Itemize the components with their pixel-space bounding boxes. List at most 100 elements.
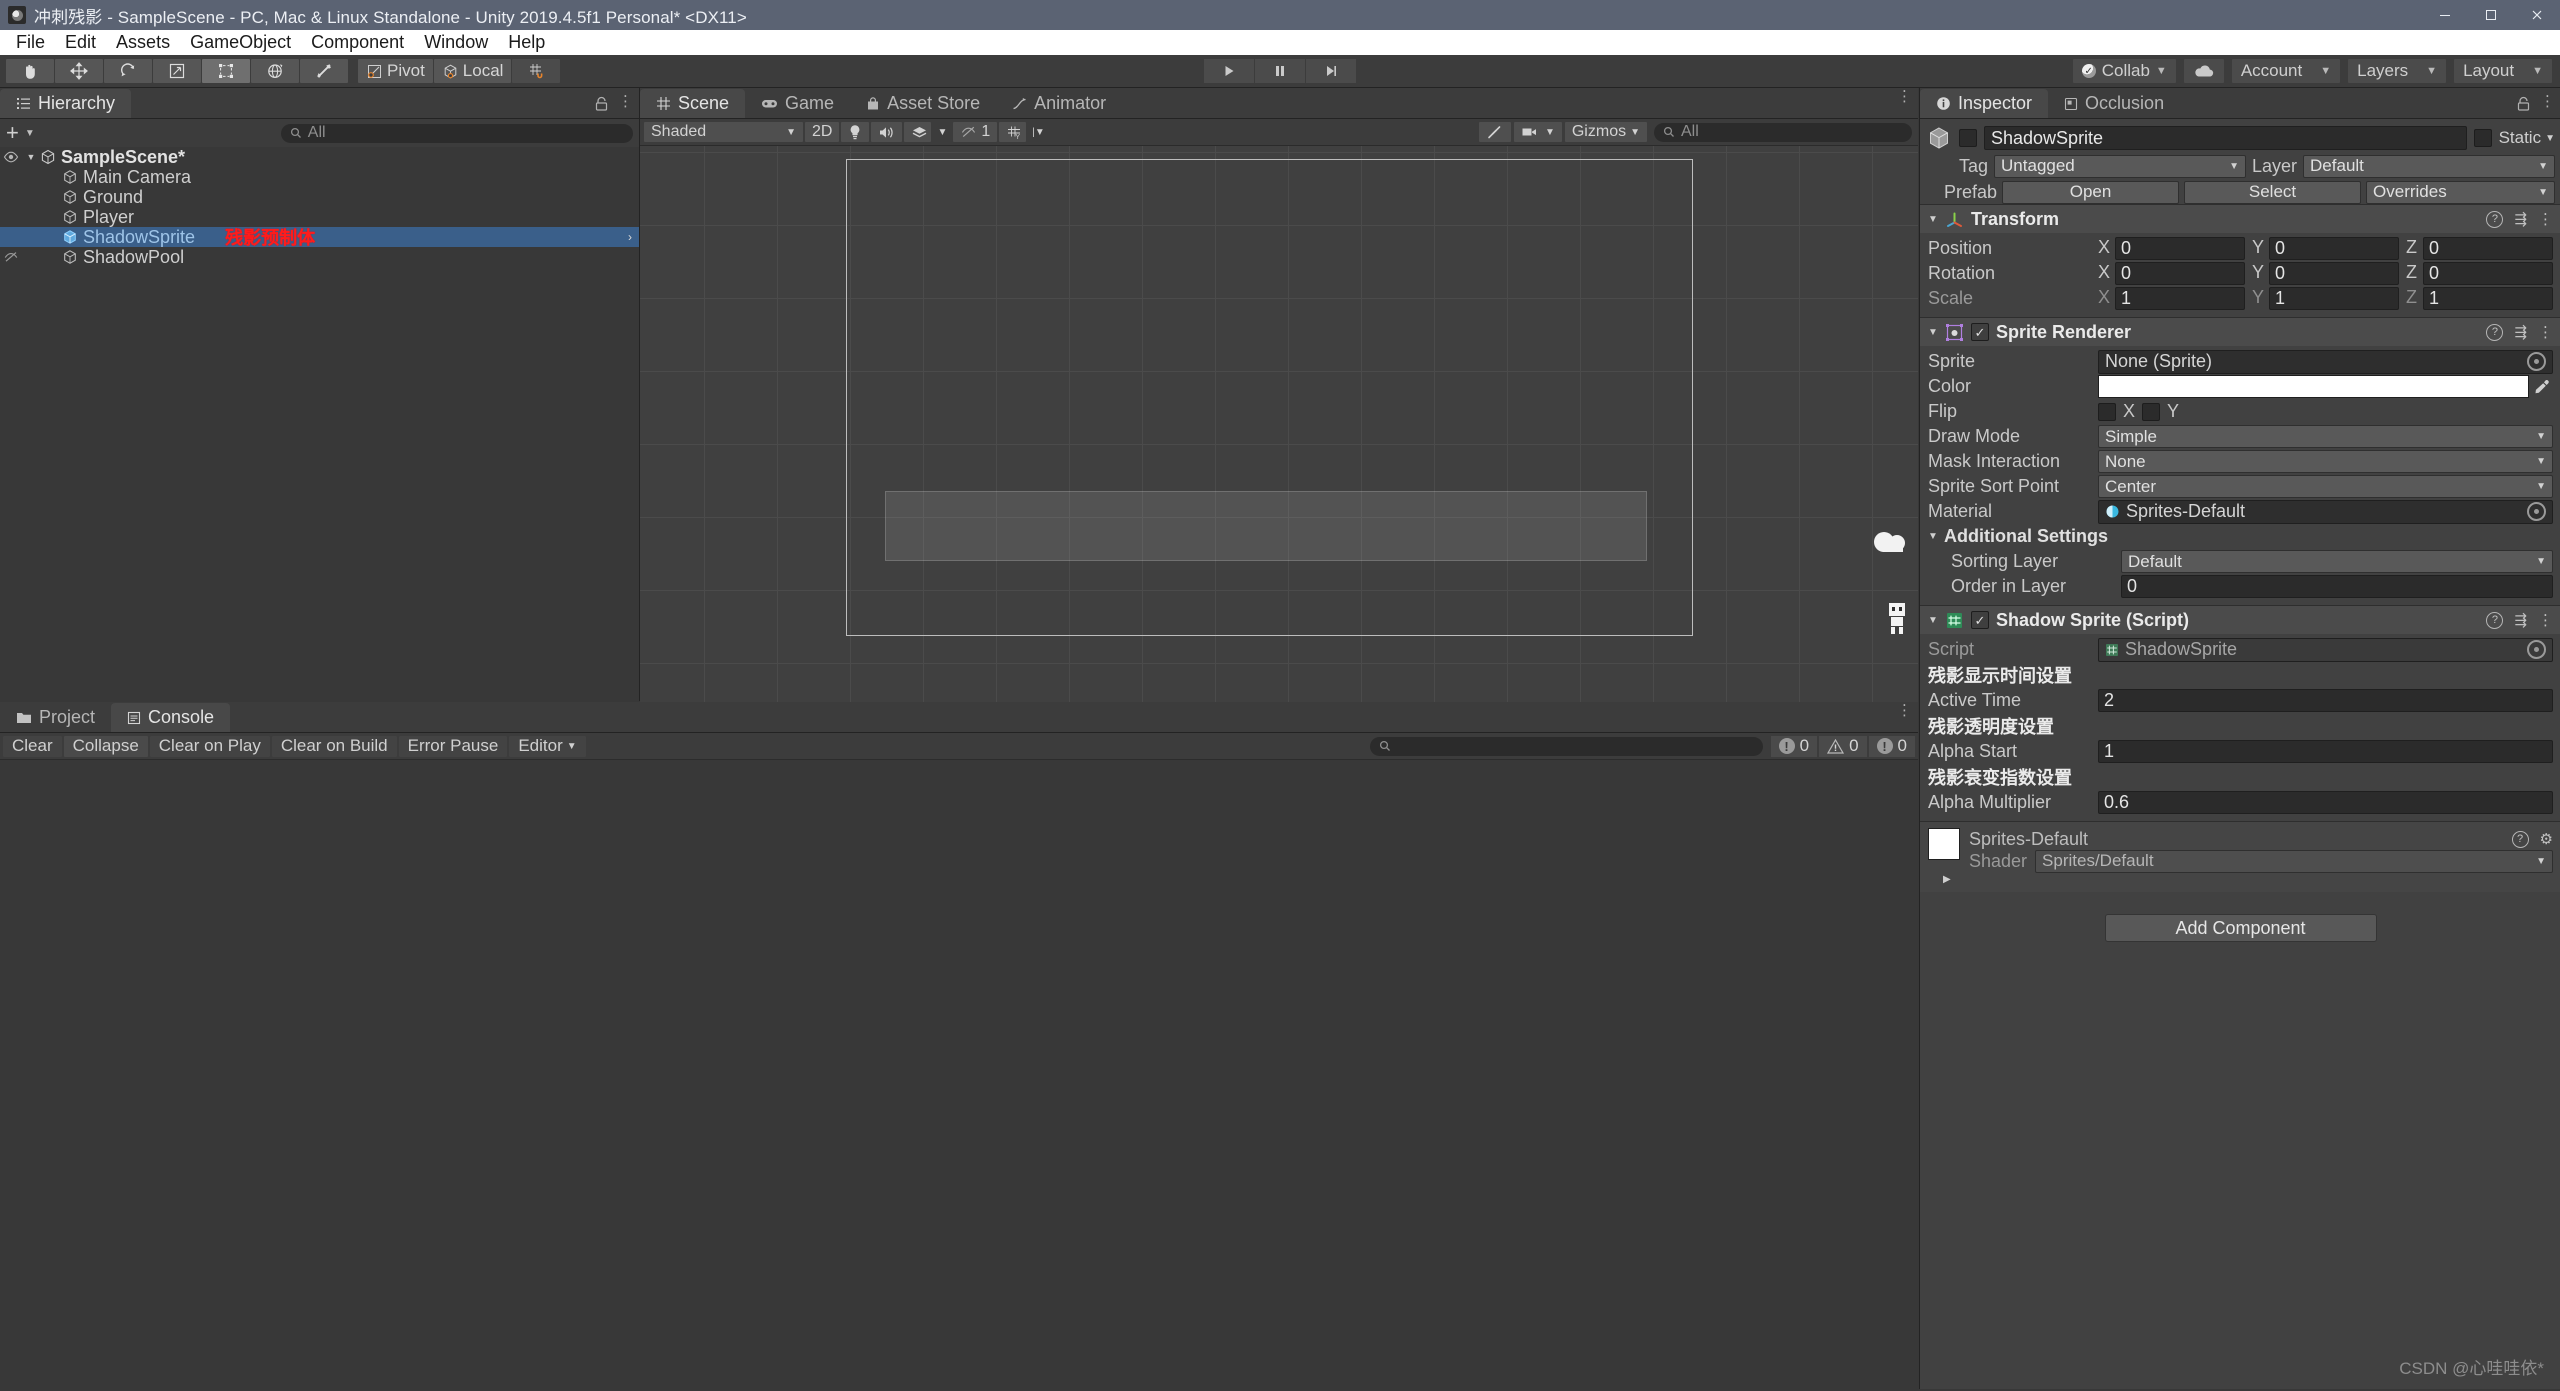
cloud-button[interactable] — [2183, 59, 2224, 83]
custom-tool[interactable] — [300, 59, 348, 83]
tab-console[interactable]: Console — [111, 703, 231, 732]
effects-dropdown[interactable]: ▼ — [933, 122, 951, 142]
2d-toggle[interactable]: 2D — [805, 122, 840, 142]
shadow-script-header[interactable]: ▼ ✓ Shadow Sprite (Script) ? ⇶ ⋮ — [1920, 606, 2560, 634]
sorting-layer-dropdown[interactable]: Default ▼ — [2121, 550, 2553, 573]
collab-button[interactable]: ✓ Collab ▼ — [2072, 59, 2176, 83]
hierarchy-row-player[interactable]: Player — [0, 207, 639, 227]
kebab-menu-icon[interactable]: ⋮ — [1897, 89, 1912, 104]
preset-icon[interactable]: ⇶ — [2514, 611, 2527, 629]
wrench-icon[interactable] — [1478, 122, 1511, 142]
account-button[interactable]: Account ▼ — [2231, 59, 2341, 83]
mask-interaction-dropdown[interactable]: None ▼ — [2098, 450, 2553, 473]
hand-tool[interactable] — [6, 59, 54, 83]
sprite-renderer-enabled-checkbox[interactable]: ✓ — [1971, 323, 1989, 341]
tab-asset-store[interactable]: Asset Store — [850, 89, 996, 118]
visibility-eye-off-icon[interactable] — [0, 251, 22, 263]
chevron-right-icon[interactable]: › — [628, 230, 632, 244]
visibility-eye-icon[interactable] — [0, 151, 22, 163]
rect-tool[interactable] — [202, 59, 250, 83]
create-button[interactable]: + — [6, 122, 19, 144]
camera-icon[interactable]: ▼ — [1513, 122, 1562, 142]
hierarchy-row-shadowpool[interactable]: ShadowPool — [0, 247, 639, 267]
warning-counter[interactable]: 0 — [1819, 735, 1867, 757]
menu-file[interactable]: File — [6, 31, 55, 54]
transform-tool[interactable] — [251, 59, 299, 83]
maximize-icon[interactable] — [2468, 0, 2514, 30]
kebab-menu-icon[interactable]: ⋮ — [2538, 323, 2553, 341]
gameobject-name-field[interactable]: ShadowSprite — [1984, 126, 2467, 150]
grid-icon[interactable]: Y — [999, 122, 1027, 142]
move-tool[interactable] — [55, 59, 103, 83]
position-x-field[interactable]: 0 — [2115, 237, 2245, 260]
sprite-object-field[interactable]: None (Sprite) — [2098, 349, 2553, 374]
kebab-menu-icon[interactable]: ⋮ — [618, 94, 633, 109]
order-field[interactable]: 0 — [2121, 575, 2553, 598]
rotation-z-field[interactable]: 0 — [2423, 262, 2553, 285]
console-search-input[interactable] — [1369, 736, 1763, 756]
grid-dropdown[interactable]: |▼ — [1028, 122, 1049, 142]
flip-y-checkbox[interactable] — [2142, 402, 2161, 421]
tab-hierarchy[interactable]: Hierarchy — [0, 89, 132, 118]
menu-help[interactable]: Help — [498, 31, 555, 54]
scale-z-field[interactable]: 1 — [2423, 287, 2553, 310]
hierarchy-search-input[interactable]: All — [280, 123, 633, 143]
player-sprite[interactable] — [1883, 601, 1911, 635]
tab-project[interactable]: Project — [0, 703, 111, 732]
rotate-tool[interactable] — [104, 59, 152, 83]
hierarchy-row-samplescene[interactable]: ▼ SampleScene* — [0, 147, 639, 167]
draw-mode-dropdown[interactable]: Simple ▼ — [2098, 425, 2553, 448]
menu-window[interactable]: Window — [414, 31, 498, 54]
info-counter[interactable]: ! 0 — [1868, 735, 1915, 757]
expander-icon[interactable]: ▼ — [1928, 214, 1938, 225]
alpha-start-field[interactable]: 1 — [2098, 740, 2553, 763]
tab-inspector[interactable]: Inspector — [1920, 89, 2049, 118]
expander-icon[interactable]: ▼ — [22, 152, 40, 162]
expander-icon[interactable]: ▶ — [1943, 874, 1951, 885]
tab-animator[interactable]: Animator — [996, 89, 1122, 118]
prefab-open-button[interactable]: Open — [2002, 180, 2180, 204]
chevron-down-icon[interactable]: ▼ — [25, 128, 35, 139]
step-icon[interactable] — [1306, 59, 1356, 83]
tag-dropdown[interactable]: Untagged ▼ — [1994, 154, 2246, 178]
scale-x-field[interactable]: 1 — [2115, 287, 2245, 310]
scene-viewport[interactable] — [640, 146, 1918, 702]
clear-on-play-button[interactable]: Clear on Play — [149, 735, 270, 757]
shader-dropdown[interactable]: Sprites/Default ▼ — [2035, 849, 2553, 873]
static-label[interactable]: Static ▼ — [2499, 128, 2555, 148]
camera-gizmo-sprite[interactable] — [1870, 528, 1912, 564]
shadow-script-enabled-checkbox[interactable]: ✓ — [1971, 611, 1989, 629]
expander-icon[interactable]: ▼ — [1928, 615, 1938, 626]
grid-snap-icon[interactable] — [512, 59, 561, 83]
speaker-icon[interactable] — [871, 122, 903, 142]
help-icon[interactable]: ? — [2486, 210, 2504, 228]
object-picker-icon[interactable] — [2527, 502, 2546, 521]
expander-icon[interactable]: ▼ — [1928, 531, 1938, 542]
gameobject-enabled-checkbox[interactable] — [1959, 129, 1977, 147]
expander-icon[interactable]: ▼ — [1928, 327, 1938, 338]
effects-icon[interactable] — [904, 122, 932, 142]
error-counter[interactable]: ! 0 — [1770, 735, 1818, 757]
position-y-field[interactable]: 0 — [2269, 237, 2399, 260]
layout-button[interactable]: Layout ▼ — [2454, 59, 2552, 83]
script-object-field[interactable]: ShadowSprite — [2098, 637, 2553, 662]
scale-tool[interactable] — [153, 59, 201, 83]
static-checkbox[interactable] — [2473, 129, 2492, 147]
layers-button[interactable]: Layers ▼ — [2348, 59, 2447, 83]
sprite-renderer-header[interactable]: ▼ ✓ Sprite Renderer ? ⇶ ⋮ — [1920, 318, 2560, 346]
gear-icon[interactable]: ⚙ — [2540, 830, 2553, 848]
tab-scene[interactable]: Scene — [640, 89, 746, 118]
draw-mode-dropdown[interactable]: Shaded ▼ — [644, 122, 803, 142]
kebab-menu-icon[interactable]: ⋮ — [2538, 611, 2553, 629]
kebab-menu-icon[interactable]: ⋮ — [2540, 94, 2555, 109]
preset-icon[interactable]: ⇶ — [2514, 323, 2527, 341]
help-icon[interactable]: ? — [2486, 611, 2504, 629]
color-swatch[interactable] — [2098, 375, 2529, 398]
active-time-field[interactable]: 2 — [2098, 689, 2553, 712]
hierarchy-row-ground[interactable]: Ground — [0, 187, 639, 207]
prefab-overrides-dropdown[interactable]: Overrides ▼ — [2366, 180, 2555, 204]
material-object-field[interactable]: Sprites-Default — [2098, 499, 2553, 524]
rotation-x-field[interactable]: 0 — [2115, 262, 2245, 285]
menu-component[interactable]: Component — [301, 31, 414, 54]
pause-icon[interactable] — [1255, 59, 1305, 83]
